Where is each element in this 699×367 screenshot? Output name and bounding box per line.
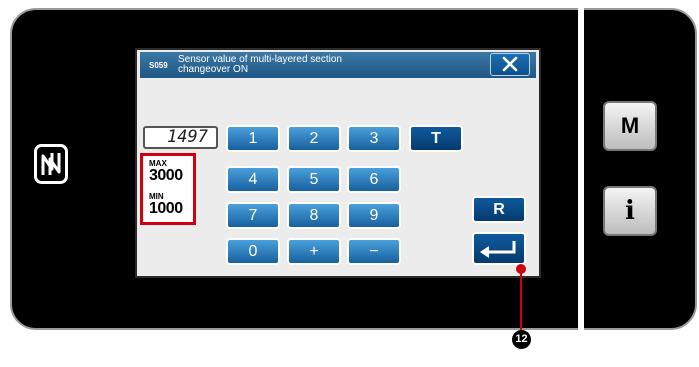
side-divider xyxy=(578,8,584,330)
key-minus[interactable]: − xyxy=(347,238,401,265)
key-3[interactable]: 3 xyxy=(347,125,401,152)
max-value: 3000 xyxy=(149,167,183,184)
key-0[interactable]: 0 xyxy=(226,238,280,265)
key-4[interactable]: 4 xyxy=(226,166,280,193)
min-value: 1000 xyxy=(149,200,183,217)
key-plus[interactable]: + xyxy=(287,238,341,265)
key-t[interactable]: T xyxy=(409,125,463,152)
dialog-code: S059 xyxy=(149,61,168,70)
close-button[interactable] xyxy=(490,53,530,76)
key-6[interactable]: 6 xyxy=(347,166,401,193)
dialog-title-line2: changeover ON xyxy=(178,64,249,75)
close-icon xyxy=(502,56,518,72)
enter-button[interactable] xyxy=(472,232,526,265)
key-8[interactable]: 8 xyxy=(287,202,341,229)
key-7[interactable]: 7 xyxy=(226,202,280,229)
key-r[interactable]: R xyxy=(472,196,526,223)
callout-line xyxy=(520,268,522,330)
limits-box: MAX 3000 MIN 1000 xyxy=(140,153,196,225)
mode-button[interactable]: M xyxy=(603,101,657,151)
enter-arrow-icon xyxy=(480,241,516,258)
info-button[interactable]: i xyxy=(603,186,657,236)
nfc-icon xyxy=(34,144,68,184)
key-9[interactable]: 9 xyxy=(347,202,401,229)
key-5[interactable]: 5 xyxy=(287,166,341,193)
key-2[interactable]: 2 xyxy=(287,125,341,152)
value-input[interactable]: 1497 xyxy=(143,126,218,149)
dialog-titlebar: S059 Sensor value of multi-layered secti… xyxy=(140,52,536,78)
callout-number: 12 xyxy=(512,330,531,349)
callout-dot xyxy=(516,264,526,274)
key-1[interactable]: 1 xyxy=(226,125,280,152)
